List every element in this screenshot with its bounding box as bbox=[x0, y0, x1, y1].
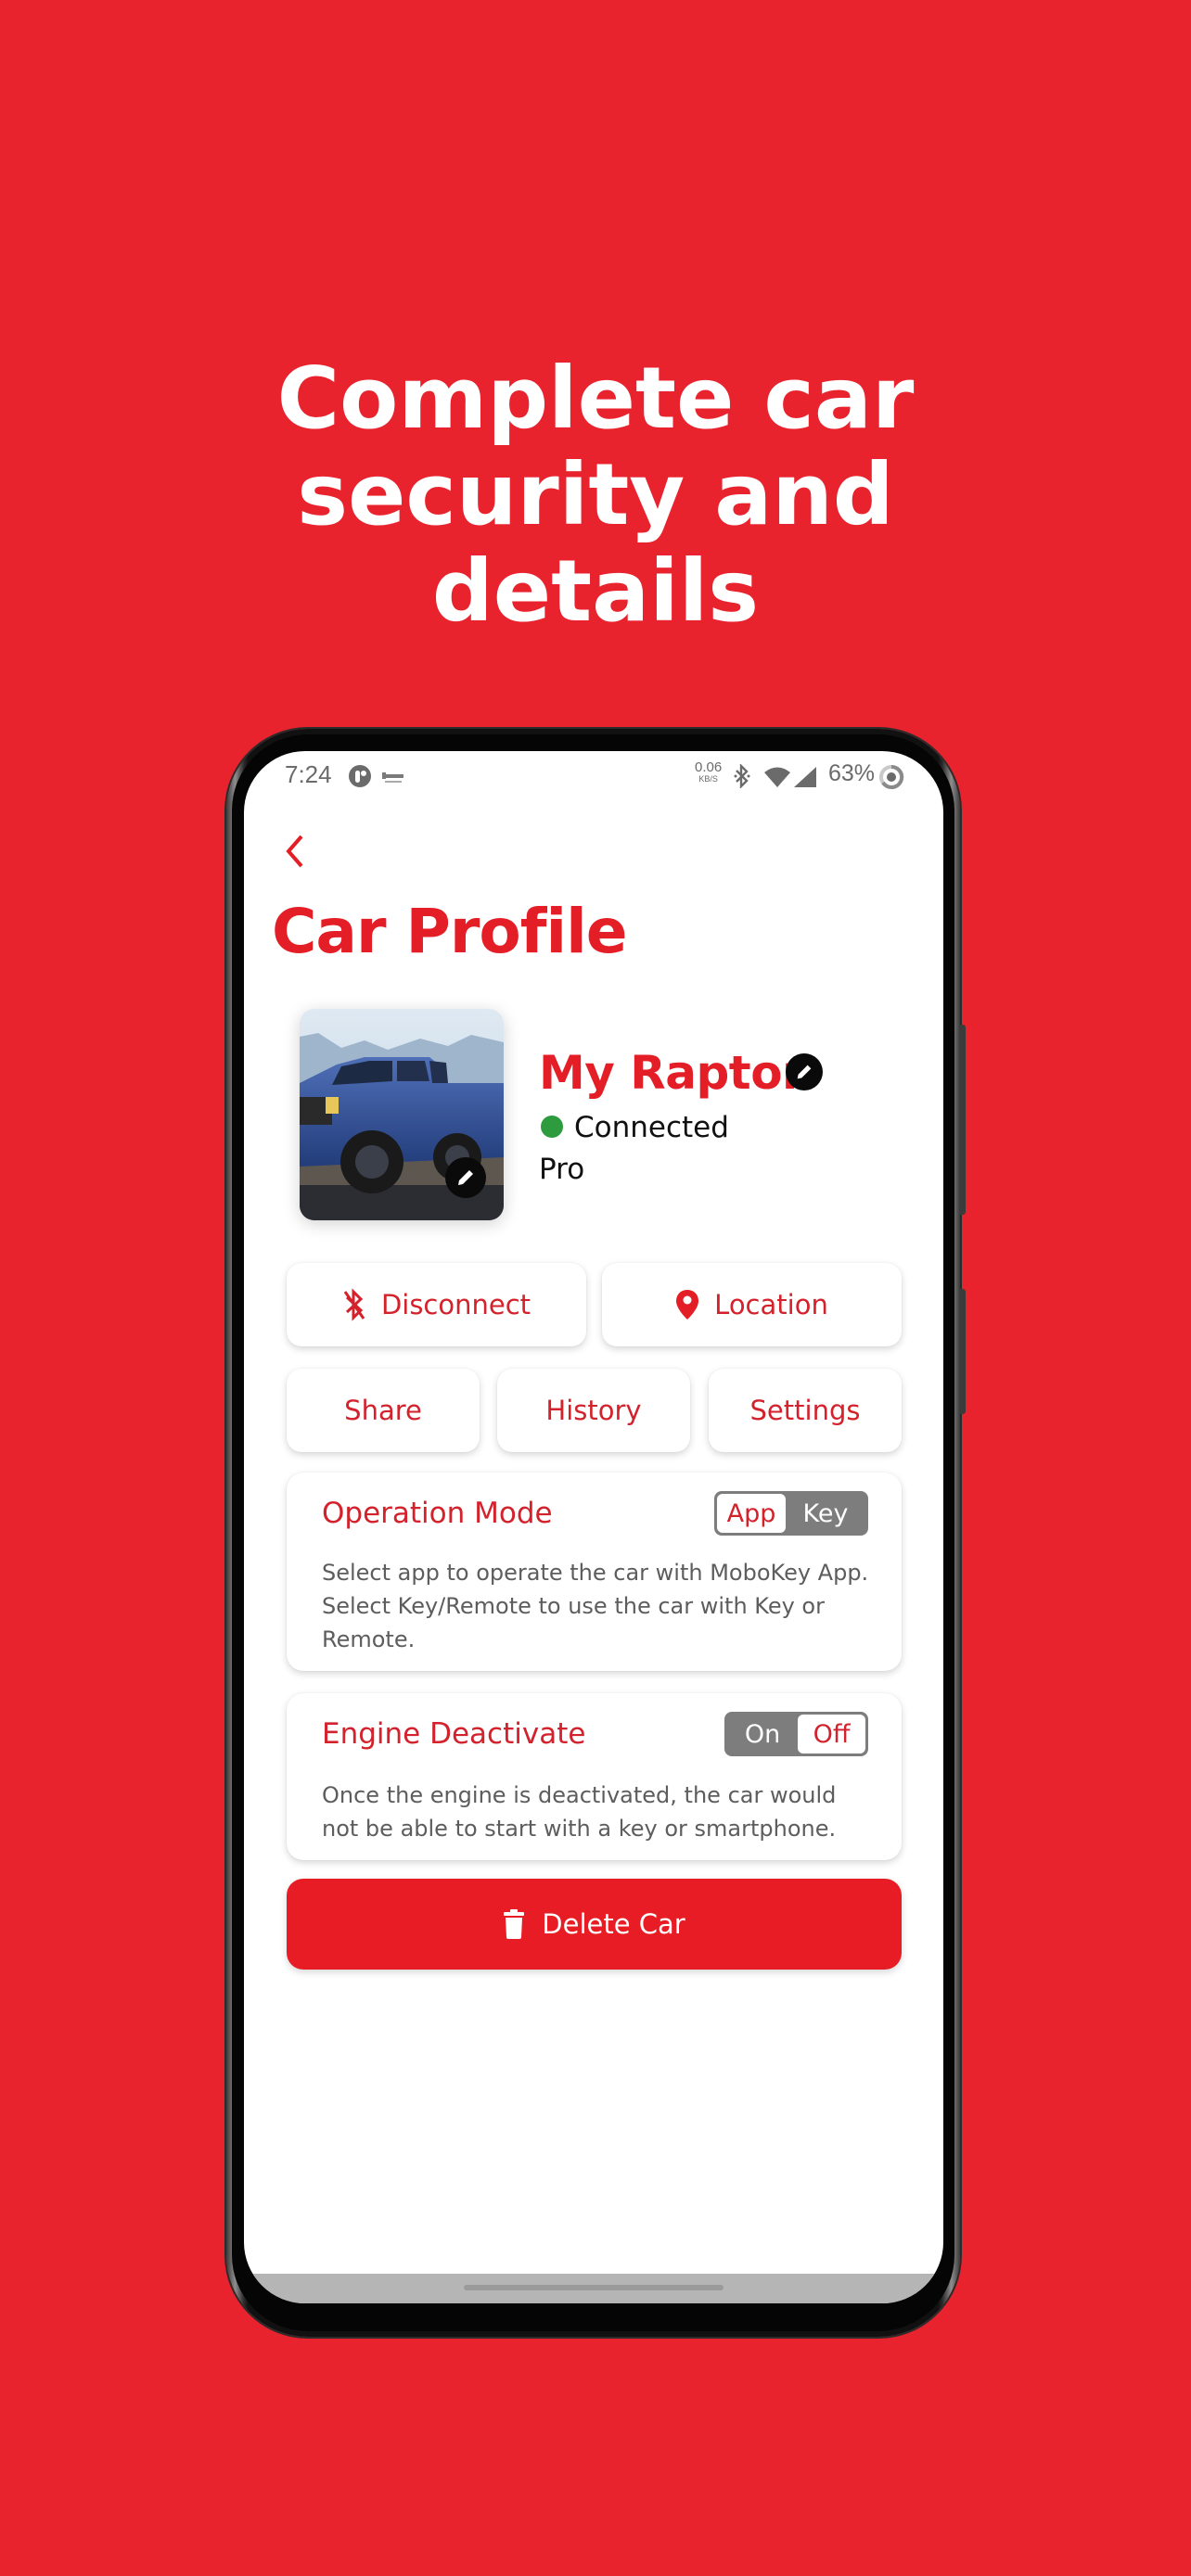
bluetooth-icon bbox=[734, 763, 750, 792]
net-speed-unit: KB/S bbox=[698, 774, 718, 784]
bluetooth-disabled-icon bbox=[342, 1288, 366, 1321]
headline-line-2: security and bbox=[297, 445, 894, 544]
status-time: 7:24 bbox=[285, 760, 332, 788]
location-button[interactable]: Location bbox=[602, 1263, 902, 1346]
headline-line-3: details bbox=[431, 542, 760, 641]
share-button[interactable]: Share bbox=[287, 1369, 480, 1452]
net-speed-value: 0.06 bbox=[695, 759, 723, 775]
operation-mode-card: Operation Mode App Key Select app to ope… bbox=[287, 1473, 902, 1671]
engine-deactivate-toggle[interactable]: On Off bbox=[724, 1712, 868, 1756]
history-button[interactable]: History bbox=[497, 1369, 690, 1452]
volume-button bbox=[960, 1025, 966, 1215]
engine-option-on[interactable]: On bbox=[727, 1715, 798, 1753]
delete-car-button[interactable]: Delete Car bbox=[287, 1879, 902, 1970]
disconnect-label: Disconnect bbox=[380, 1289, 531, 1320]
map-pin-icon bbox=[675, 1289, 699, 1320]
power-button bbox=[960, 1289, 966, 1414]
engine-deactivate-card: Engine Deactivate On Off Once the engine… bbox=[287, 1693, 902, 1860]
settings-button[interactable]: Settings bbox=[709, 1369, 902, 1452]
operation-mode-title: Operation Mode bbox=[322, 1497, 553, 1530]
engine-option-off[interactable]: Off bbox=[798, 1715, 865, 1753]
car-name: My Raptor bbox=[539, 1046, 805, 1100]
operation-mode-option-app[interactable]: App bbox=[717, 1494, 786, 1533]
home-gesture-handle[interactable] bbox=[464, 2285, 724, 2290]
engine-deactivate-title: Engine Deactivate bbox=[322, 1717, 586, 1751]
operation-mode-description: Select app to operate the car with MoboK… bbox=[322, 1560, 869, 1652]
gesture-nav-bar bbox=[244, 2274, 943, 2303]
pencil-icon bbox=[458, 1170, 473, 1185]
connection-status: Connected bbox=[574, 1111, 729, 1144]
net-speed: 0.06 KB/S bbox=[695, 759, 723, 784]
pencil-icon bbox=[797, 1065, 812, 1079]
status-bar: 7:24 0.06 KB/S 63% bbox=[244, 751, 943, 803]
back-button[interactable] bbox=[277, 823, 314, 879]
operation-mode-toggle[interactable]: App Key bbox=[714, 1491, 868, 1536]
delete-car-label: Delete Car bbox=[542, 1908, 685, 1940]
share-label: Share bbox=[344, 1395, 422, 1426]
promo-headline: Complete car security and details bbox=[0, 351, 1191, 640]
chevron-left-icon bbox=[286, 835, 303, 868]
edit-photo-button[interactable] bbox=[445, 1157, 486, 1198]
location-label: Location bbox=[714, 1289, 828, 1320]
app-circle-icon bbox=[348, 764, 372, 792]
mobokey-key-icon bbox=[381, 770, 405, 787]
history-label: History bbox=[545, 1395, 642, 1426]
operation-mode-option-key[interactable]: Key bbox=[786, 1494, 865, 1533]
engine-deactivate-description: Once the engine is deactivated, the car … bbox=[322, 1782, 837, 1842]
disconnect-button[interactable]: Disconnect bbox=[287, 1263, 586, 1346]
page-title: Car Profile bbox=[272, 896, 627, 967]
phone-screen: 7:24 0.06 KB/S 63% Car Profile My Raptor… bbox=[244, 751, 943, 2303]
plan-label: Pro bbox=[539, 1153, 585, 1186]
settings-label: Settings bbox=[749, 1395, 861, 1426]
edit-name-button[interactable] bbox=[786, 1053, 823, 1090]
connection-status-dot bbox=[541, 1116, 563, 1138]
battery-percent: 63% bbox=[828, 760, 876, 786]
wifi-icon bbox=[763, 766, 791, 792]
battery-ring-icon bbox=[878, 764, 904, 794]
trash-icon bbox=[503, 1909, 525, 1939]
cell-signal-icon bbox=[793, 766, 817, 792]
headline-line-1: Complete car bbox=[276, 349, 915, 448]
